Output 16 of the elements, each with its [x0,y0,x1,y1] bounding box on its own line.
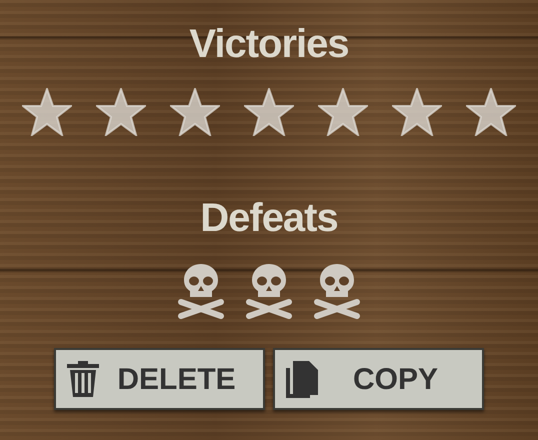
skull-icon [243,262,295,320]
star-icon [244,88,294,136]
section-title: Defeats [200,198,338,238]
star-icon [96,88,146,136]
skull-icon [311,262,363,320]
star-icon [466,88,516,136]
skull-icon [175,262,227,320]
star-icon [318,88,368,136]
star-icon [22,88,72,136]
trash-icon [66,361,100,397]
delete-button[interactable]: DELETE [54,348,265,410]
copy-icon [285,360,319,398]
star-icon [392,88,442,136]
copy-button[interactable]: COPY [273,348,484,410]
section-title: Victories [189,24,349,64]
star-icon [170,88,220,136]
